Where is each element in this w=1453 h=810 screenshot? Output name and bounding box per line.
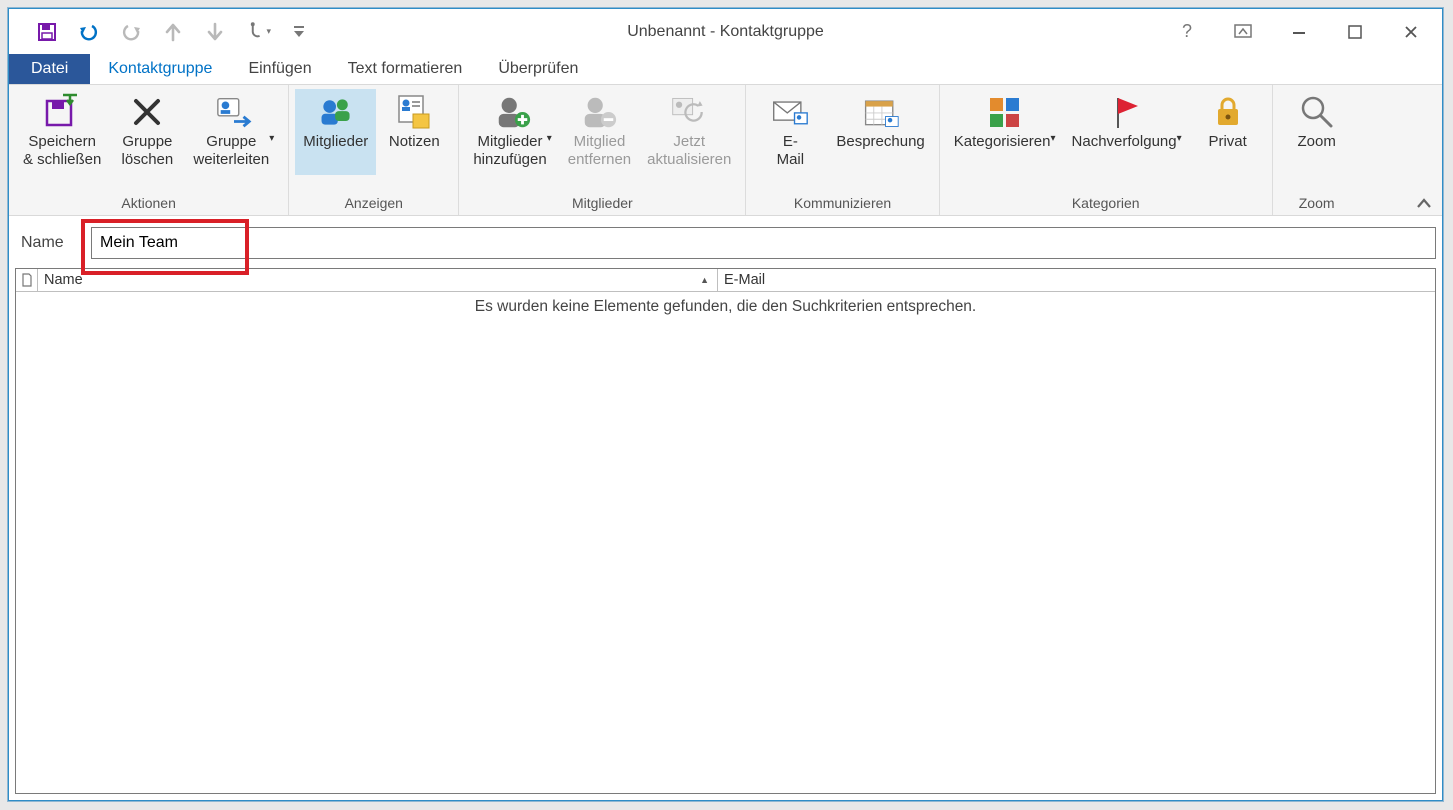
save-close-icon xyxy=(43,93,81,131)
name-row: Name xyxy=(15,220,1436,266)
meeting-button[interactable]: Besprechung xyxy=(828,89,932,175)
name-label: Name xyxy=(15,234,91,252)
group-name-input[interactable] xyxy=(91,227,1436,259)
remove-member-icon xyxy=(580,93,618,131)
group-title-categories: Kategorien xyxy=(1072,195,1140,213)
tab-format-text[interactable]: Text formatieren xyxy=(330,54,481,84)
tab-contact-group[interactable]: Kontaktgruppe xyxy=(90,54,230,84)
group-title-actions: Aktionen xyxy=(121,195,175,213)
collapse-ribbon-icon[interactable] xyxy=(1416,197,1432,211)
delete-icon xyxy=(128,93,166,131)
ribbon-group-actions: Speichern & schließen Gruppe löschen Gru… xyxy=(9,85,289,215)
tab-insert[interactable]: Einfügen xyxy=(230,54,329,84)
members-icon xyxy=(317,93,355,131)
maximize-icon[interactable] xyxy=(1330,17,1380,47)
empty-list-message: Es wurden keine Elemente gefunden, die d… xyxy=(16,292,1435,322)
redo-icon[interactable] xyxy=(117,18,145,46)
customize-qat-icon[interactable] xyxy=(285,18,313,46)
previous-item-icon[interactable] xyxy=(159,18,187,46)
list-name-column[interactable]: Name ▲ xyxy=(38,269,718,291)
lock-icon xyxy=(1209,93,1247,131)
flag-icon xyxy=(1108,93,1146,131)
list-icon-column[interactable] xyxy=(16,269,38,291)
body-area: Name Name ▲ E-Mail Es wurden keine Eleme… xyxy=(9,216,1442,800)
ribbon-display-options-icon[interactable] xyxy=(1218,17,1268,47)
list-header: Name ▲ E-Mail xyxy=(16,269,1435,292)
members-list[interactable]: Name ▲ E-Mail Es wurden keine Elemente g… xyxy=(15,268,1436,794)
zoom-button[interactable]: Zoom xyxy=(1279,89,1355,175)
next-item-icon[interactable] xyxy=(201,18,229,46)
ribbon-group-communicate: E- Mail Besprechung Kommunizieren xyxy=(746,85,939,215)
notes-icon xyxy=(395,93,433,131)
group-title-members: Mitglieder xyxy=(572,195,633,213)
members-view-button[interactable]: Mitglieder xyxy=(295,89,376,175)
group-title-zoom: Zoom xyxy=(1299,195,1335,213)
follow-up-button[interactable]: Nachverfolgung▾ xyxy=(1064,89,1190,175)
add-member-icon xyxy=(494,93,532,131)
ribbon-group-members: Mitglieder hinzufügen ▾ Mitglied entfern… xyxy=(459,85,746,215)
delete-group-button[interactable]: Gruppe löschen xyxy=(109,89,185,175)
forward-group-icon xyxy=(215,93,253,131)
contact-group-window: ▾ Unbenannt - Kontaktgruppe ? Datei xyxy=(8,8,1443,801)
tab-file[interactable]: Datei xyxy=(9,54,90,84)
tab-review[interactable]: Überprüfen xyxy=(480,54,596,84)
ribbon: Speichern & schließen Gruppe löschen Gru… xyxy=(9,84,1442,216)
categorize-icon xyxy=(986,93,1024,131)
title-bar: ▾ Unbenannt - Kontaktgruppe ? xyxy=(9,9,1442,54)
minimize-icon[interactable] xyxy=(1274,17,1324,47)
touch-mode-icon[interactable]: ▾ xyxy=(243,18,271,46)
sort-ascending-icon: ▲ xyxy=(700,275,709,285)
ribbon-group-show: Mitglieder Notizen Anzeigen xyxy=(289,85,459,215)
email-icon xyxy=(771,93,809,131)
update-now-icon xyxy=(670,93,708,131)
ribbon-tabs: Datei Kontaktgruppe Einfügen Text format… xyxy=(9,54,1442,84)
zoom-icon xyxy=(1298,93,1336,131)
help-icon[interactable]: ? xyxy=(1162,17,1212,47)
forward-group-button[interactable]: Gruppe weiterleiten ▾ xyxy=(185,89,282,175)
list-email-column[interactable]: E-Mail xyxy=(718,269,1435,291)
save-and-close-button[interactable]: Speichern & schließen xyxy=(15,89,109,175)
remove-member-button: Mitglied entfernen xyxy=(560,89,639,175)
meeting-icon xyxy=(862,93,900,131)
save-icon[interactable] xyxy=(33,18,61,46)
private-button[interactable]: Privat xyxy=(1190,89,1266,175)
update-now-button: Jetzt aktualisieren xyxy=(639,89,739,175)
undo-icon[interactable] xyxy=(75,18,103,46)
notes-button[interactable]: Notizen xyxy=(376,89,452,175)
close-icon[interactable] xyxy=(1386,17,1436,47)
window-controls: ? xyxy=(1162,17,1442,47)
ribbon-group-zoom: Zoom Zoom xyxy=(1273,85,1361,215)
group-title-communicate: Kommunizieren xyxy=(794,195,891,213)
quick-access-toolbar: ▾ xyxy=(9,18,313,46)
email-button[interactable]: E- Mail xyxy=(752,89,828,175)
add-members-button[interactable]: Mitglieder hinzufügen ▾ xyxy=(465,89,559,175)
group-title-show: Anzeigen xyxy=(345,195,403,213)
ribbon-group-categories: Kategorisieren▾ Nachverfolgung▾ Privat K… xyxy=(940,85,1273,215)
categorize-button[interactable]: Kategorisieren▾ xyxy=(946,89,1064,175)
